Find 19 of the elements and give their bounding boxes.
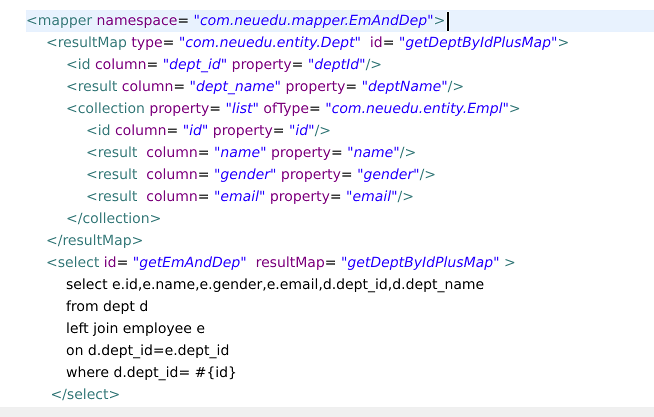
text-cursor-icon — [447, 12, 450, 30]
code-text: <result column= "gender" property= "gender"/> — [86, 166, 436, 185]
code-text: where d.dept_id= #{id} — [66, 364, 237, 383]
code-text: left join employee e — [66, 320, 205, 339]
code-text: <collection property= "list" ofType= "com.neuedu.entity.Empl"> — [66, 100, 521, 119]
code-text: from dept d — [66, 298, 148, 317]
code-text: </collection> — [66, 210, 162, 229]
code-text: <result column= "dept_name" property= "deptName"/> — [66, 78, 464, 97]
code-text: <select id= "getEmAndDep" resultMap= "getDeptByIdPlusMap" > — [46, 254, 516, 273]
code-text: <result column= "email" property= "email"/> — [86, 188, 414, 207]
code-text: </resultMap> — [46, 232, 144, 251]
code-text: <resultMap type= "com.neuedu.entity.Dept" id= "getDeptByIdPlusMap"> — [46, 34, 570, 53]
code-text: </select> — [49, 386, 120, 405]
code-text: select e.id,e.name,e.gender,e.email,d.dept_id,d.dept_name — [66, 276, 484, 295]
code-text: <id column= "id" property= "id"/> — [86, 122, 332, 141]
code-text: <result column= "name" property= "name"/> — [86, 144, 416, 163]
code-text: <id column= "dept_id" property= "deptId"/> — [66, 56, 382, 75]
code-text: <mapper namespace= "com.neuedu.mapper.EmAndDep"> — [26, 12, 446, 31]
code-text: on d.dept_id=e.dept_id — [66, 342, 230, 361]
